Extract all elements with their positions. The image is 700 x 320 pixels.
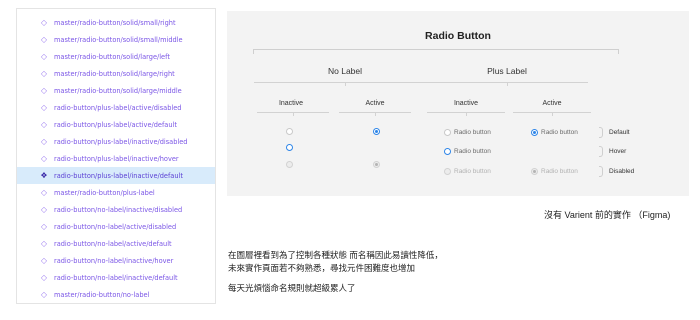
layer-label: radio-button/plus-label/active/default — [54, 120, 177, 129]
title-bracket — [253, 49, 619, 54]
component-instance-icon: ◇ — [40, 103, 48, 112]
radio-active-default[interactable] — [373, 128, 380, 135]
radio-inactive-hover[interactable] — [286, 144, 293, 151]
layer-label: master/radio-button/solid/large/right — [54, 69, 175, 78]
layer-row[interactable]: ◇ master/radio-button/solid/small/right — [17, 14, 215, 31]
layer-label: radio-button/no-label/inactive/default — [54, 273, 178, 282]
layer-label: radio-button/no-label/active/disabled — [54, 222, 177, 231]
row-label-default: Default — [609, 129, 630, 136]
layer-label: radio-button/no-label/active/default — [54, 239, 172, 248]
layer-label: master/radio-button/solid/small/right — [54, 18, 176, 27]
radio-label-text: Radio button — [454, 129, 491, 136]
layer-row[interactable]: ◇ master/radio-button/solid/large/middle — [17, 82, 215, 99]
group-plus-label: Plus Label — [487, 66, 527, 76]
note-line-1: 在圖層裡看到為了控制各種狀態 而名稱因此易讀性降低， — [228, 250, 443, 260]
radio-label-text: Radio button — [541, 129, 578, 136]
layer-label: master/radio-button/no-label — [54, 290, 150, 299]
radio-label-active-disabled — [531, 168, 538, 175]
layer-row[interactable]: ◇ radio-button/no-label/inactive/default — [17, 269, 215, 286]
component-instance-icon: ◇ — [40, 256, 48, 265]
layer-label: radio-button/plus-label/inactive/default — [54, 171, 183, 180]
layer-row[interactable]: ◇ radio-button/no-label/inactive/hover — [17, 252, 215, 269]
canvas-title: Radio Button — [425, 30, 491, 42]
group-no-label: No Label — [327, 66, 363, 76]
group-divider — [426, 82, 588, 86]
component-instance-icon: ◇ — [40, 86, 48, 95]
component-instance-icon: ◇ — [40, 205, 48, 214]
layer-label: radio-button/no-label/inactive/disabled — [54, 205, 183, 214]
state-divider — [339, 112, 411, 116]
layer-label: radio-button/plus-label/inactive/disable… — [54, 137, 188, 146]
layer-row[interactable]: ◇ radio-button/no-label/active/default — [17, 235, 215, 252]
layer-row[interactable]: ◇ master/radio-button/solid/large/left — [17, 48, 215, 65]
component-instance-icon: ◇ — [40, 35, 48, 44]
radio-inactive-default[interactable] — [286, 128, 293, 135]
layer-row[interactable]: ◇ radio-button/plus-label/inactive/disabl… — [17, 133, 215, 150]
layer-label: master/radio-button/plus-label — [54, 188, 155, 197]
group-divider — [254, 82, 436, 86]
component-instance-icon: ◇ — [40, 239, 48, 248]
note-line-2: 未來實作頁面若不夠熟悉，尋找元件困難度也增加 — [228, 263, 416, 273]
layer-row[interactable]: ◇ radio-button/no-label/inactive/disabled — [17, 201, 215, 218]
layer-row[interactable]: ◇ radio-button/no-label/active/disabled — [17, 218, 215, 235]
state-inactive: Inactive — [453, 100, 479, 107]
component-instance-icon: ◇ — [40, 222, 48, 231]
radio-label-inactive-default[interactable] — [444, 129, 451, 136]
component-instance-icon: ◇ — [40, 137, 48, 146]
layer-row[interactable]: ◇ master/radio-button/solid/large/right — [17, 65, 215, 82]
state-divider — [427, 112, 505, 116]
layer-row[interactable]: ◇ master/radio-button/no-label — [17, 286, 215, 303]
component-instance-icon: ◇ — [40, 18, 48, 27]
component-instance-icon: ◇ — [40, 69, 48, 78]
radio-label-text: Radio button — [454, 168, 491, 175]
state-active: Active — [365, 100, 385, 107]
component-instance-icon: ◇ — [40, 290, 48, 299]
layer-row[interactable]: ◇ master/radio-button/solid/small/middle — [17, 31, 215, 48]
component-instance-icon: ◇ — [40, 52, 48, 61]
layer-label: radio-button/no-label/inactive/hover — [54, 256, 174, 265]
component-icon: ❖ — [40, 171, 48, 180]
layer-label: master/radio-button/solid/small/middle — [54, 35, 183, 44]
layer-row[interactable]: ◇ radio-button/plus-label/active/default — [17, 116, 215, 133]
row-label-hover: Hover — [609, 148, 627, 155]
radio-label-inactive-disabled — [444, 168, 451, 175]
layer-row-selected[interactable]: ❖ radio-button/plus-label/inactive/defaul… — [17, 167, 215, 184]
component-instance-icon: ◇ — [40, 154, 48, 163]
component-instance-icon: ◇ — [40, 273, 48, 282]
radio-label-text: Radio button — [541, 168, 578, 175]
layer-row[interactable]: ◇ master/radio-button/plus-label — [17, 184, 215, 201]
state-divider — [257, 112, 329, 116]
radio-active-disabled — [373, 161, 380, 168]
layer-label: master/radio-button/solid/large/left — [54, 52, 170, 61]
radio-inactive-disabled — [286, 161, 293, 168]
row-brace — [599, 146, 603, 157]
state-active: Active — [542, 100, 562, 107]
radio-label-active-default[interactable] — [531, 129, 538, 136]
canvas-caption: 沒有 Varient 前的實作 （Figma) — [544, 210, 671, 220]
row-brace — [599, 127, 603, 138]
layer-row[interactable]: ◇ radio-button/plus-label/active/disabled — [17, 99, 215, 116]
layer-row[interactable]: ◇ radio-button/plus-label/inactive/hover — [17, 150, 215, 167]
component-canvas: Radio Button No Label Plus Label Inactiv… — [227, 11, 689, 196]
layer-label: radio-button/plus-label/inactive/hover — [54, 154, 179, 163]
row-label-disabled: Disabled — [609, 168, 635, 175]
note-line-3: 每天光煩惱命名規則就超級累人了 — [228, 283, 356, 293]
row-brace — [599, 166, 603, 177]
layer-label: radio-button/plus-label/active/disabled — [54, 103, 182, 112]
state-divider — [513, 112, 591, 116]
radio-label-text: Radio button — [454, 148, 491, 155]
state-inactive: Inactive — [278, 100, 304, 107]
layers-panel: ◇ master/radio-button/solid/small/right ◇… — [16, 8, 216, 304]
layer-label: master/radio-button/solid/large/middle — [54, 86, 182, 95]
radio-label-inactive-hover[interactable] — [444, 148, 451, 155]
component-instance-icon: ◇ — [40, 188, 48, 197]
component-instance-icon: ◇ — [40, 120, 48, 129]
